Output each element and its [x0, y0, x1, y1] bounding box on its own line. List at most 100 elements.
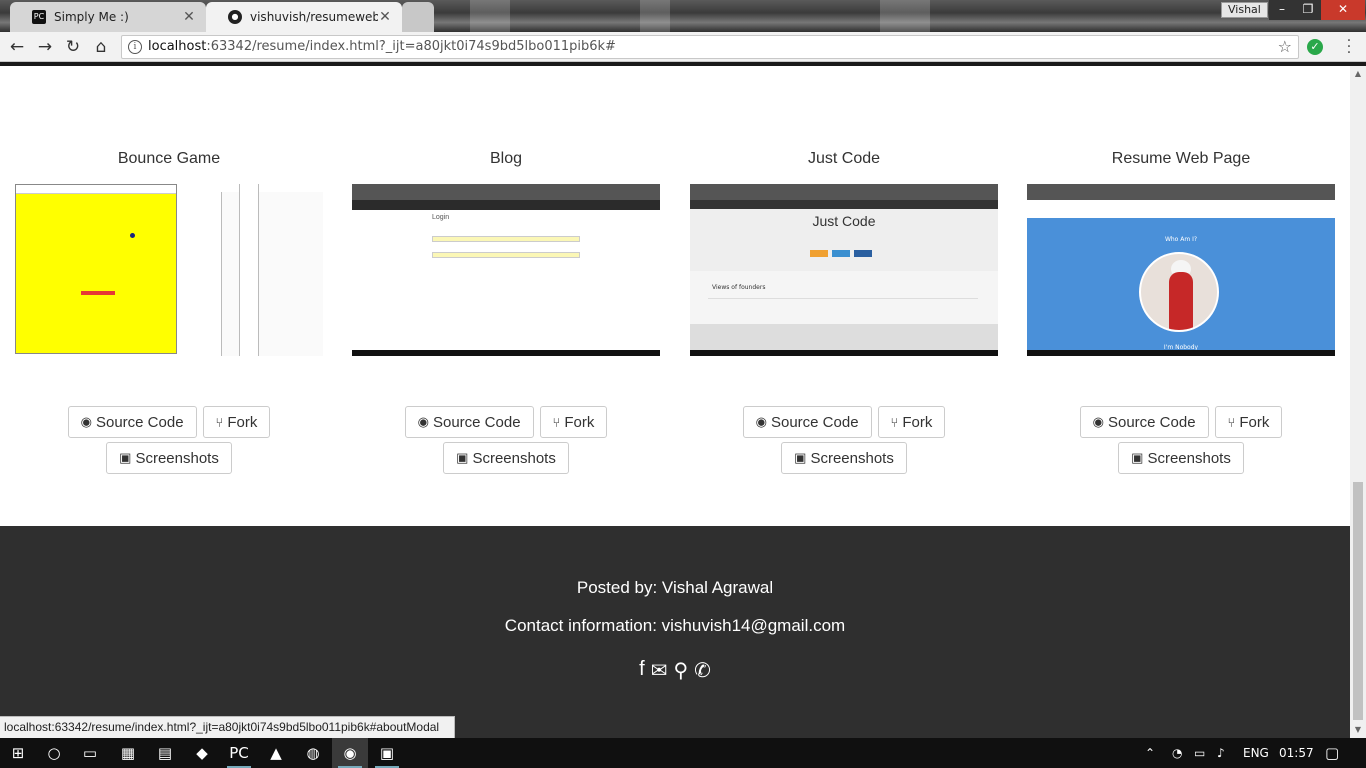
extension-check-icon[interactable]: ✓: [1307, 39, 1323, 55]
project-actions: ◉ Source Code ⑂ Fork: [690, 406, 998, 438]
task-view-icon[interactable]: ▭: [72, 738, 108, 768]
close-window-button[interactable]: ✕: [1321, 0, 1365, 20]
firefox-icon[interactable]: ◍: [295, 738, 331, 768]
minimize-button[interactable]: –: [1269, 0, 1295, 20]
game-window-titlebar: [16, 185, 176, 194]
fork-button[interactable]: ⑂ Fork: [1214, 406, 1283, 438]
ball: [130, 233, 135, 238]
back-icon[interactable]: ←: [6, 36, 28, 58]
scroll-down-icon[interactable]: ▼: [1350, 722, 1366, 738]
bookmark-star-icon[interactable]: ☆: [1278, 37, 1292, 56]
fork-button[interactable]: ⑂ Fork: [202, 406, 271, 438]
fork-button[interactable]: ⑂ Fork: [539, 406, 608, 438]
close-tab-icon[interactable]: ✕: [182, 10, 196, 24]
thumbnail-row: [708, 298, 978, 318]
github-icon: ●: [228, 10, 242, 24]
action-center-icon[interactable]: ▢: [1325, 738, 1339, 768]
avatar-body: [1169, 272, 1193, 330]
thumbnail-heading: Who Am I?: [1164, 236, 1198, 243]
scrollbar-thumb[interactable]: [1353, 482, 1363, 720]
pycharm-icon[interactable]: PC: [221, 738, 257, 768]
thumbnail-heading: Login: [432, 214, 450, 221]
contact-information-text: Contact information: vishuvish14@gmail.c…: [504, 616, 846, 635]
fork-button[interactable]: ⑂ Fork: [877, 406, 946, 438]
show-hidden-icons[interactable]: ⌃: [1145, 738, 1155, 768]
project-thumbnail[interactable]: [15, 184, 323, 356]
project-title: Blog: [489, 150, 523, 167]
maximize-button[interactable]: ❐: [1295, 0, 1321, 20]
project-title: Resume Web Page: [1111, 150, 1251, 167]
source-code-button[interactable]: ◉ Source Code: [1079, 406, 1209, 438]
file-explorer-icon[interactable]: ▦: [110, 738, 146, 768]
clock[interactable]: 01:57: [1279, 738, 1314, 768]
address-bar[interactable]: i localhost:63342/resume/index.html?_ijt…: [121, 35, 1299, 59]
battery-icon[interactable]: ▭: [1194, 738, 1205, 768]
envelope-icon[interactable]: ✉: [651, 658, 668, 683]
phone-icon[interactable]: ✆: [694, 658, 711, 683]
fork-icon: ⑂: [1227, 414, 1236, 430]
info-icon[interactable]: i: [128, 40, 142, 54]
close-tab-icon[interactable]: ✕: [378, 10, 392, 24]
wifi-icon[interactable]: ◔: [1172, 738, 1182, 768]
github-icon: ◉: [755, 414, 767, 429]
url-host: localhost: [148, 39, 207, 54]
scroll-up-icon[interactable]: ▲: [1350, 66, 1366, 82]
project-thumbnail[interactable]: Who Am I? I'm Nobody: [1027, 184, 1335, 356]
command-prompt-icon[interactable]: ▣: [369, 738, 405, 768]
button-label: Source Code: [770, 413, 859, 431]
project-thumbnail[interactable]: Login: [352, 184, 660, 356]
reload-icon[interactable]: ↻: [62, 36, 84, 58]
button-label: Screenshots: [135, 449, 219, 467]
background-decoration: [470, 0, 510, 32]
language-indicator[interactable]: ENG: [1243, 738, 1269, 768]
screenshots-button[interactable]: ▣ Screenshots: [781, 442, 907, 474]
chrome-icon[interactable]: ◉: [332, 738, 368, 768]
project-actions: ▣ Screenshots: [15, 442, 323, 474]
source-code-button[interactable]: ◉ Source Code: [742, 406, 872, 438]
new-tab-button[interactable]: [402, 2, 434, 32]
source-code-button[interactable]: ◉ Source Code: [67, 406, 197, 438]
forward-icon[interactable]: →: [34, 36, 56, 58]
link-status-bubble: localhost:63342/resume/index.html?_ijt=a…: [0, 716, 455, 738]
browser-tab-resumewebsite[interactable]: ● vishuvish/resumewebsite ✕: [206, 2, 402, 32]
screenshots-button[interactable]: ▣ Screenshots: [443, 442, 569, 474]
map-marker-icon[interactable]: ⚲: [673, 658, 688, 683]
thumbnail-panel: [239, 184, 259, 356]
windows-start-icon[interactable]: ⊞: [0, 738, 36, 768]
button-label: Screenshots: [810, 449, 894, 467]
project-actions: ◉ Source Code ⑂ Fork: [352, 406, 660, 438]
github-icon: ◉: [1092, 414, 1104, 429]
button-label: Fork: [227, 413, 258, 431]
android-studio-icon[interactable]: ▲: [258, 738, 294, 768]
button-label: Screenshots: [1147, 449, 1231, 467]
posted-by-text: Posted by: Vishal Agrawal: [576, 578, 774, 597]
home-icon[interactable]: ⌂: [90, 36, 112, 58]
profile-button[interactable]: Vishal: [1221, 2, 1268, 18]
tab-title: vishuvish/resumewebsite: [250, 10, 378, 24]
search-circle-icon[interactable]: ○: [36, 738, 72, 768]
source-code-button[interactable]: ◉ Source Code: [404, 406, 534, 438]
browser-titlebar: PC Simply Me :) ✕ ● vishuvish/resumewebs…: [0, 0, 1366, 32]
store-icon[interactable]: ▤: [147, 738, 183, 768]
button-label: Source Code: [432, 413, 521, 431]
page-footer: Posted by: Vishal Agrawal Contact inform…: [0, 526, 1350, 738]
screenshots-button[interactable]: ▣ Screenshots: [106, 442, 232, 474]
button-label: Source Code: [1107, 413, 1196, 431]
project-thumbnail[interactable]: Just Code Views of founders: [690, 184, 998, 356]
fork-icon: ⑂: [890, 414, 899, 430]
page-scrollbar[interactable]: ▲ ▼: [1350, 66, 1366, 738]
volume-icon[interactable]: ♪: [1217, 738, 1225, 768]
chrome-menu-icon[interactable]: · · ·: [1344, 34, 1354, 60]
facebook-icon[interactable]: f: [639, 658, 645, 683]
browser-tab-simply-me[interactable]: PC Simply Me :) ✕: [10, 2, 206, 32]
social-icons: f ✉ ⚲ ✆: [0, 658, 1350, 683]
url-text[interactable]: localhost:63342/resume/index.html?_ijt=a…: [148, 39, 616, 54]
button-label: Screenshots: [472, 449, 556, 467]
git-kraken-icon[interactable]: ◆: [184, 738, 220, 768]
image-icon: ▣: [456, 450, 469, 465]
button-label: Source Code: [95, 413, 184, 431]
screenshots-button[interactable]: ▣ Screenshots: [1118, 442, 1244, 474]
thumbnail-browser-chrome: [352, 184, 660, 200]
projects-section: Bounce Game Blog Login Just Code Just Co…: [0, 66, 1350, 526]
thumbnail-input: [432, 252, 580, 258]
